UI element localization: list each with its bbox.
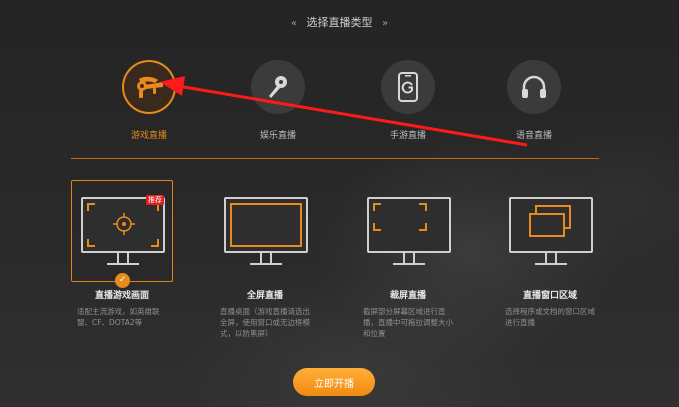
mode-crop-screen-desc: 截屏部分屏幕区域进行直播，直播中可拖拉调整大小和位置 bbox=[363, 307, 453, 338]
mode-game-capture-box: 推荐 ✓ bbox=[71, 180, 173, 288]
mode-crop-screen[interactable]: 裁屏直播 截屏部分屏幕区域进行直播，直播中可拖拉调整大小和位置 bbox=[357, 180, 459, 339]
live-type-list: 游戏直播 娱乐直播 手游直播 语音直播 bbox=[0, 60, 679, 150]
right-chevron: » bbox=[382, 18, 389, 29]
monitor-icon bbox=[509, 197, 593, 253]
headphones-icon bbox=[522, 75, 546, 98]
mode-window-area-box bbox=[499, 180, 601, 282]
page-title: « 选择直播类型 » bbox=[0, 14, 679, 30]
type-voice-circle bbox=[507, 60, 561, 114]
mode-fullscreen-box bbox=[214, 180, 316, 282]
mode-window-area-title: 直播窗口区域 bbox=[522, 291, 577, 301]
mode-crop-screen-title: 裁屏直播 bbox=[389, 291, 426, 301]
page-title-text: 选择直播类型 bbox=[306, 16, 373, 29]
live-type-selector: « 选择直播类型 » 游戏直播 娱乐直播 手游直播 语音直播 推荐 ✓ 直播游戏… bbox=[0, 0, 679, 407]
mode-fullscreen-title: 全屏直播 bbox=[246, 291, 283, 301]
monitor-icon bbox=[367, 197, 451, 253]
type-voice-label: 语音直播 bbox=[515, 131, 552, 141]
mode-crop-screen-box bbox=[357, 180, 459, 282]
monitor-icon bbox=[224, 197, 308, 253]
monitor-icon bbox=[81, 197, 165, 253]
mode-fullscreen[interactable]: 全屏直播 直播桌面（游戏直播请选出全屏，使用窗口或无边框模式，以防黑屏） bbox=[214, 180, 316, 339]
mode-game-capture[interactable]: 推荐 ✓ 直播游戏画面 适配主流游戏，如英雄联盟、CF、DOTA2等 bbox=[71, 180, 173, 328]
mode-window-area[interactable]: 直播窗口区域 选择程序或文档的窗口区域进行直播 bbox=[499, 180, 601, 328]
mode-window-area-desc: 选择程序或文档的窗口区域进行直播 bbox=[505, 307, 595, 327]
type-mobile-label: 手游直播 bbox=[389, 131, 426, 141]
start-live-button[interactable]: 立即开播 bbox=[293, 368, 375, 396]
controller-icon bbox=[137, 76, 163, 98]
mode-game-capture-desc: 适配主流游戏，如英雄联盟、CF、DOTA2等 bbox=[77, 307, 160, 327]
section-divider bbox=[71, 158, 599, 159]
type-mobile-circle bbox=[381, 60, 435, 114]
type-mobile-game-live[interactable]: 手游直播 bbox=[363, 60, 453, 141]
type-game-circle bbox=[122, 60, 176, 114]
type-voice-live[interactable]: 语音直播 bbox=[489, 60, 579, 141]
mode-fullscreen-desc: 直播桌面（游戏直播请选出全屏，使用窗口或无边框模式，以防黑屏） bbox=[220, 307, 310, 338]
type-entertainment-circle bbox=[251, 60, 305, 114]
phone-icon bbox=[398, 72, 418, 102]
selected-check-icon: ✓ bbox=[115, 273, 130, 288]
crosshair-icon bbox=[113, 213, 135, 235]
left-chevron: « bbox=[290, 18, 297, 29]
type-entertainment-live[interactable]: 娱乐直播 bbox=[233, 60, 323, 141]
type-game-live[interactable]: 游戏直播 bbox=[104, 60, 194, 141]
type-entertainment-label: 娱乐直播 bbox=[259, 131, 296, 141]
recommend-badge: 推荐 bbox=[146, 195, 164, 205]
microphone-icon bbox=[269, 76, 287, 98]
type-game-label: 游戏直播 bbox=[130, 131, 167, 141]
mode-game-capture-title: 直播游戏画面 bbox=[94, 291, 149, 301]
